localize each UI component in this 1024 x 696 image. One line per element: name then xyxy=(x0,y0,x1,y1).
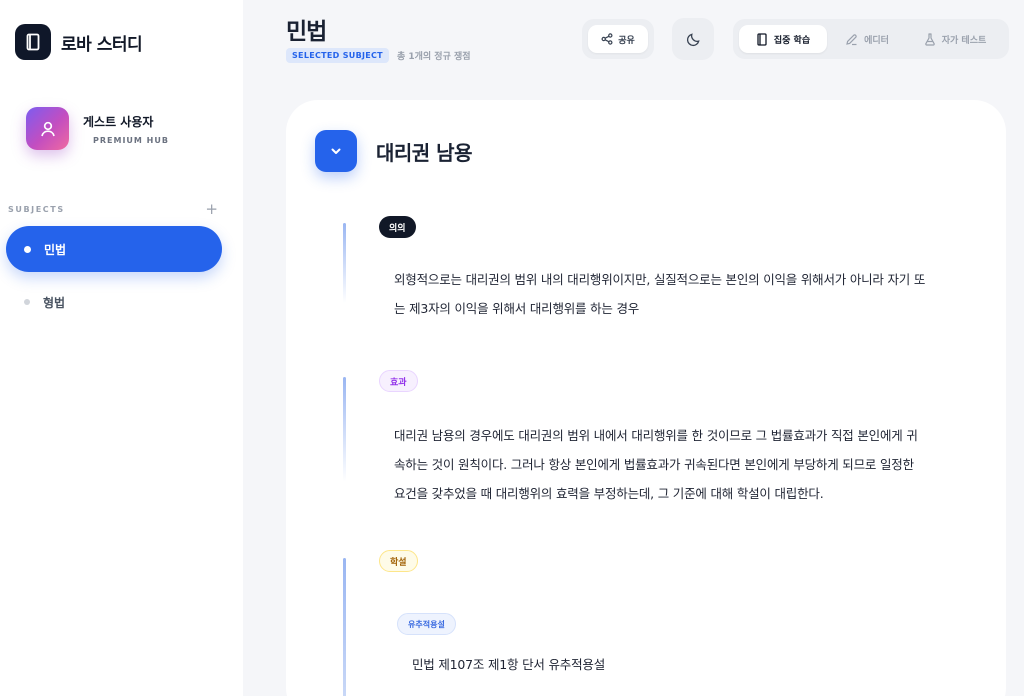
moon-icon xyxy=(686,32,700,46)
issue-title: 대리권 남용 xyxy=(376,141,472,165)
text-line: 외형적으로는 대리권의 범위 내의 대리행위이지만, 실질적으로는 본인의 이익… xyxy=(394,272,926,287)
share-container: 공유 xyxy=(582,19,654,59)
inactive-dot xyxy=(24,299,30,305)
user-profile[interactable]: 게스트 사용자 PREMIUM HUB xyxy=(26,107,169,150)
issue-count: 총 1개의 정규 쟁점 xyxy=(396,52,471,62)
text-line: 대리권 남용의 경우에도 대리권의 범위 내에서 대리행위를 한 것이므로 그 … xyxy=(394,428,918,443)
issue-card: 대리권 남용 의의 외형적으로는 대리권의 범위 내의 대리행위이지만, 실질적… xyxy=(286,100,1006,696)
tab-focus-study[interactable]: 집중 학습 xyxy=(739,25,827,53)
subtitle-row: SELECTED SUBJECT 총 1개의 정규 쟁점 xyxy=(286,48,471,63)
add-subject-button[interactable]: + xyxy=(205,202,218,217)
user-name: 게스트 사용자 xyxy=(83,114,154,129)
sidebar: 로바 스터디 게스트 사용자 PREMIUM HUB SUBJECTS + 민법… xyxy=(0,0,243,696)
tab-editor[interactable]: 에디터 xyxy=(827,25,907,53)
section-text-theory: 민법 제107조 제1항 단서 유추적용설 xyxy=(412,650,967,679)
section-tag-definition: 의의 xyxy=(379,216,416,238)
text-line: 민법 제107조 제1항 단서 유추적용설 xyxy=(412,657,606,672)
section-text-definition: 외형적으로는 대리권의 범위 내의 대리행위이지만, 실질적으로는 본인의 이익… xyxy=(394,265,949,323)
user-tier: PREMIUM HUB xyxy=(93,135,169,145)
share-icon xyxy=(601,33,613,45)
collapse-button[interactable] xyxy=(315,130,357,172)
active-dot xyxy=(24,245,31,253)
sidebar-item-criminal-law[interactable]: 형법 xyxy=(6,279,222,325)
app-name: 로바 스터디 xyxy=(61,34,143,55)
chevron-down-icon xyxy=(331,148,341,154)
tab-self-test[interactable]: 자가 테스트 xyxy=(907,25,1003,53)
sidebar-item-label: 형법 xyxy=(43,295,66,310)
theory-subtag: 유추적용설 xyxy=(397,613,456,635)
text-line: 는 제3자의 이익을 위해서 대리행위를 하는 경우 xyxy=(394,301,640,316)
sidebar-item-civil-law[interactable]: 민법 xyxy=(6,226,222,272)
selected-subject-badge: SELECTED SUBJECT xyxy=(286,48,389,63)
pencil-icon xyxy=(846,33,857,45)
page-title: 민법 xyxy=(286,19,327,45)
book-icon xyxy=(15,24,51,60)
user-icon xyxy=(40,121,55,136)
tab-label: 에디터 xyxy=(864,35,889,46)
app-logo[interactable]: 로바 스터디 xyxy=(15,24,143,60)
section-divider-bar xyxy=(343,377,346,482)
section-text-effect: 대리권 남용의 경우에도 대리권의 범위 내에서 대리행위를 한 것이므로 그 … xyxy=(394,421,949,508)
section-divider-bar xyxy=(343,223,346,303)
section-divider-bar xyxy=(343,558,346,696)
avatar xyxy=(26,107,69,150)
flask-icon xyxy=(924,32,935,46)
text-line: 요건을 갖추었을 때 대리행위의 효력을 부정하는데, 그 기준에 대해 학설이… xyxy=(394,486,824,501)
subjects-header: SUBJECTS + xyxy=(8,202,218,217)
section-tag-effect: 효과 xyxy=(379,370,418,392)
share-button[interactable]: 공유 xyxy=(588,25,648,53)
section-tag-theory: 학설 xyxy=(379,550,418,572)
text-line: 속하는 것이 원칙이다. 그러나 항상 본인에게 법률효과가 귀속된다면 본인에… xyxy=(394,457,914,472)
sidebar-item-label: 민법 xyxy=(44,242,67,257)
subjects-label: SUBJECTS xyxy=(8,205,65,214)
theme-toggle-button[interactable] xyxy=(672,18,714,60)
book-icon xyxy=(757,32,767,46)
tab-label: 자가 테스트 xyxy=(941,35,987,46)
share-label: 공유 xyxy=(618,35,635,46)
tab-label: 집중 학습 xyxy=(773,35,811,46)
mode-tabs: 집중 학습 에디터 자가 테스트 xyxy=(733,19,1009,59)
